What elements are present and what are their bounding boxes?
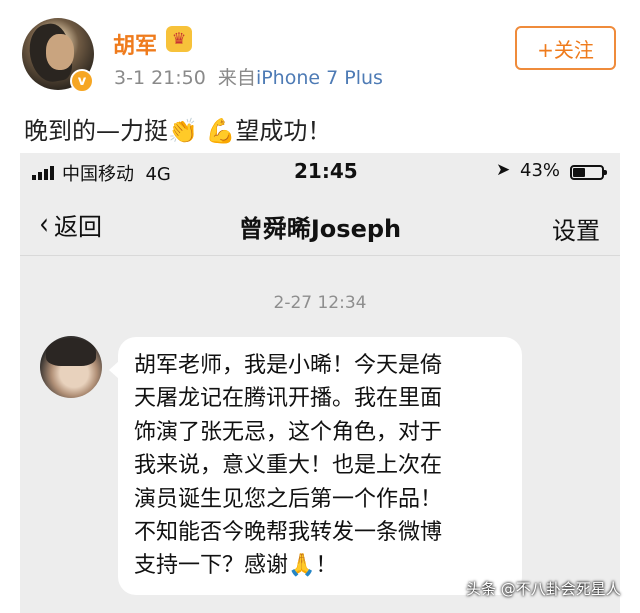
post-text-end: 望成功！	[235, 117, 332, 145]
message-line: 演员诞生见您之后第一个作品！	[134, 486, 443, 512]
message-line: 胡军老师，我是小晞！今天是倚	[134, 353, 443, 378]
message-line: 我来说，意义重大！也是上次在	[134, 453, 443, 479]
post-text: 晚到的—力挺👏 💪望成功！	[24, 111, 331, 146]
battery-percent: 43%	[520, 160, 561, 181]
battery-fill	[573, 168, 586, 177]
verified-badge-icon: v	[70, 69, 94, 93]
nav-bar: ‹ 返回 曾舜晞Joseph 设置	[20, 191, 620, 256]
chat-screenshot[interactable]: 中国移动 4G 21:45 ➤ 43% ‹ 返回 曾舜晞Joseph 设置 2-…	[20, 153, 620, 613]
sender-avatar[interactable]	[40, 336, 102, 398]
post-meta: 3-1 21:50 来自iPhone 7 Plus	[114, 63, 383, 90]
source-prefix: 来自	[217, 67, 256, 89]
battery-icon	[570, 165, 607, 180]
chat-title: 曾舜晞Joseph	[238, 215, 402, 243]
status-bar: 中国移动 4G 21:45 ➤ 43%	[20, 153, 620, 191]
post-source[interactable]: iPhone 7 Plus	[256, 67, 383, 89]
message-timestamp: 2-27 12:34	[273, 293, 367, 313]
username[interactable]: 胡军	[113, 28, 157, 60]
follow-button[interactable]: +关注	[515, 26, 616, 70]
message-text: 胡军老师，我是小晞！今天是倚 天屠龙记在腾讯开播。我在里面 饰演了张无忌，这个角…	[134, 349, 442, 583]
message-bubble[interactable]: 胡军老师，我是小晞！今天是倚 天屠龙记在腾讯开播。我在里面 饰演了张无忌，这个角…	[109, 337, 522, 595]
message-line: 天屠龙记在腾讯开播。我在里面	[134, 386, 443, 412]
post-time: 3-1 21:50	[114, 67, 206, 89]
watermark: 头条 @不八卦会死星人	[466, 580, 621, 598]
message-line: 支持一下？感谢🙏！	[134, 553, 338, 579]
avatar-face	[46, 34, 74, 70]
settings-button[interactable]: 设置	[552, 211, 600, 246]
message-line: 不知能否今晚帮我转发一条微博	[134, 520, 443, 546]
signal-icon	[32, 166, 54, 180]
clap-muscle-emoji: 👏 💪	[168, 117, 236, 145]
carrier-label: 中国移动 4G	[62, 164, 171, 185]
message-line: 饰演了张无忌，这个角色，对于	[134, 419, 443, 445]
status-time: 21:45	[294, 159, 358, 183]
vip-crown-icon: ♛	[166, 26, 192, 52]
sender-avatar-hair	[46, 338, 96, 366]
location-icon: ➤	[496, 160, 511, 180]
post-text-start: 晚到的—力挺	[24, 117, 168, 145]
